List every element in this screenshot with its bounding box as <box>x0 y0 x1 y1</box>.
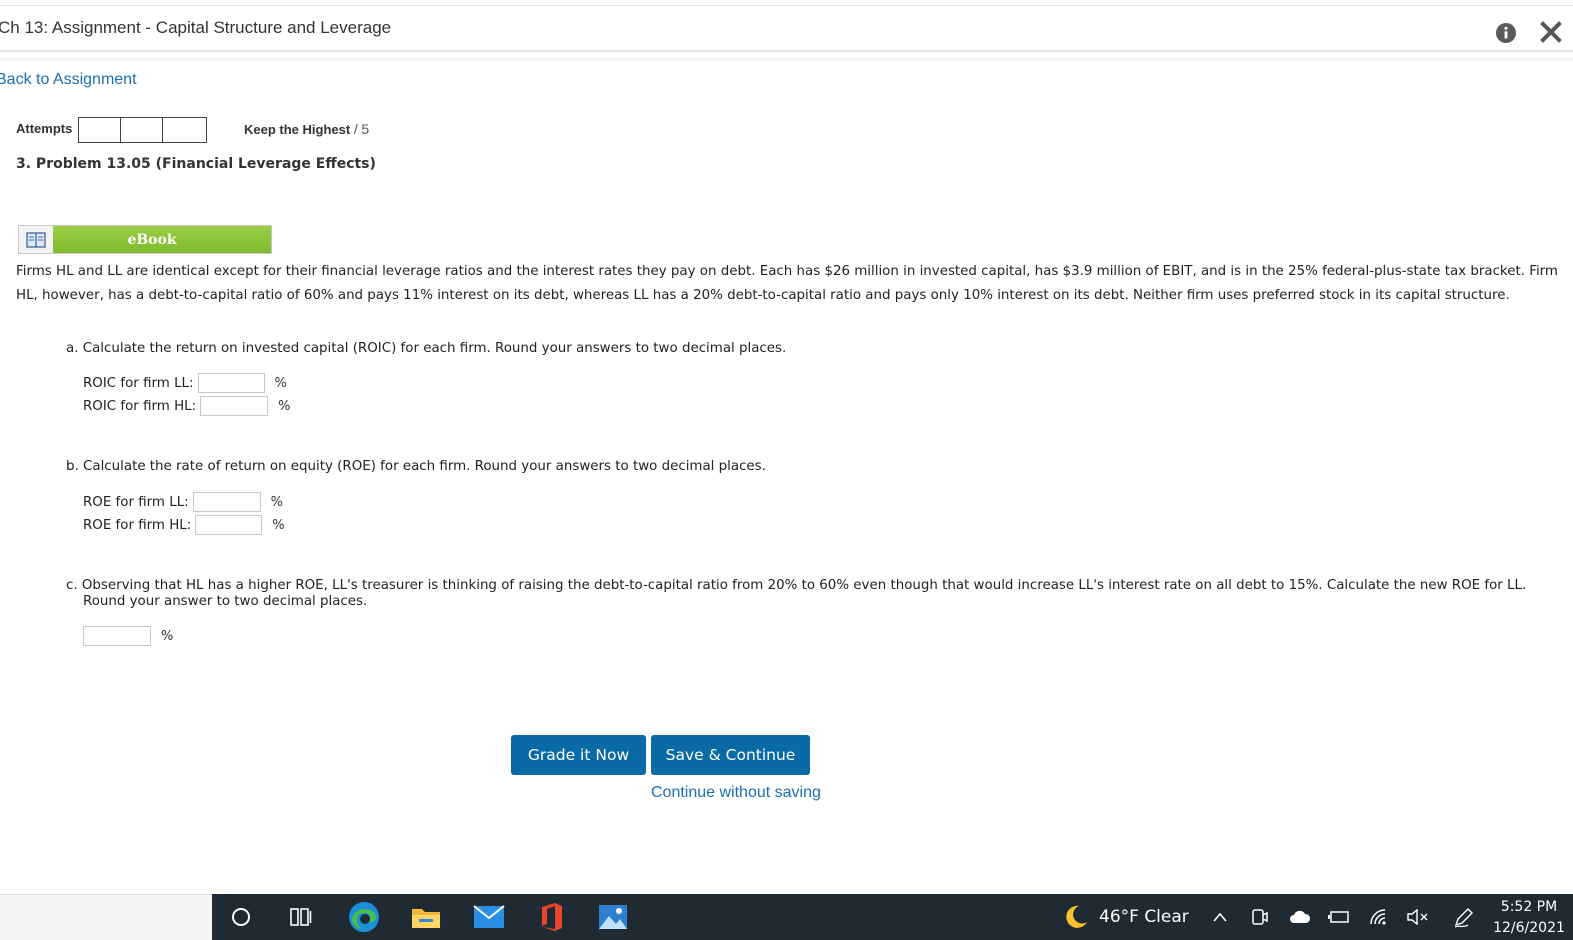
new-roe-input[interactable] <box>83 626 151 646</box>
chevron-up-icon[interactable] <box>1208 894 1232 940</box>
header-divider <box>0 57 1573 61</box>
attempts-max: 5 <box>361 121 370 137</box>
roe-ll-input[interactable] <box>192 492 261 512</box>
taskbar-clock[interactable]: 5:52 PM 12/6/2021 <box>1490 897 1568 939</box>
part-c-question: c. Observing that HL has a higher ROE, L… <box>66 578 1556 610</box>
percent-unit: % <box>161 628 174 644</box>
window-title: Ch 13: Assignment - Capital Structure an… <box>0 18 392 37</box>
new-roe-row: % <box>79 626 173 646</box>
roic-ll-label: ROIC for firm LL: <box>83 375 194 391</box>
roic-hl-label: ROIC for firm HL: <box>83 398 197 414</box>
keep-highest-label: Keep the Highest / 5 <box>244 121 369 137</box>
roe-hl-row: ROE for firm HL: % <box>83 515 285 535</box>
wifi-icon[interactable] <box>1366 894 1392 940</box>
office-icon[interactable] <box>534 894 568 940</box>
roe-hl-label: ROE for firm HL: <box>83 517 192 533</box>
keep-highest-text: Keep the Highest <box>244 122 351 137</box>
attempt-box <box>79 118 121 142</box>
roe-hl-input[interactable] <box>195 515 263 535</box>
attempt-box <box>163 118 206 142</box>
battery-icon[interactable] <box>1326 894 1352 940</box>
book-icon <box>26 231 46 248</box>
attempt-boxes <box>78 117 207 143</box>
window-header: Ch 13: Assignment - Capital Structure an… <box>0 6 1573 52</box>
photos-icon[interactable] <box>596 894 630 940</box>
percent-unit: % <box>274 375 287 391</box>
attempts-separator: / <box>353 121 358 137</box>
weather-text: 46°F Clear <box>1099 907 1189 927</box>
continue-without-saving-link[interactable]: Continue without saving <box>651 784 821 802</box>
info-icon[interactable] <box>1496 23 1516 43</box>
problem-stem: Firms HL and LL are identical except for… <box>16 264 1558 303</box>
assignment-page: Ch 13: Assignment - Capital Structure an… <box>0 0 1573 940</box>
ebook-label: eBook <box>53 226 271 253</box>
percent-unit: % <box>272 517 285 533</box>
meet-now-icon[interactable] <box>1248 894 1272 940</box>
roic-ll-input[interactable] <box>197 373 265 393</box>
close-icon[interactable] <box>1540 21 1562 43</box>
roe-ll-label: ROE for firm LL: <box>83 494 189 510</box>
search-circle-icon[interactable] <box>226 894 256 940</box>
problem-title: 3. Problem 13.05 (Financial Leverage Eff… <box>16 156 376 172</box>
task-view-icon[interactable] <box>286 894 316 940</box>
file-explorer-icon[interactable] <box>409 894 443 940</box>
weather-widget[interactable]: 46°F Clear <box>1063 894 1189 940</box>
part-c-line1: c. Observing that HL has a higher ROE, L… <box>66 578 1527 593</box>
roic-hl-row: ROIC for firm HL: % <box>83 396 290 416</box>
book-icon-wrap <box>19 226 53 253</box>
moon-icon <box>1066 905 1087 928</box>
pen-icon[interactable] <box>1450 894 1478 940</box>
mail-icon[interactable] <box>471 894 507 940</box>
save-and-continue-button[interactable]: Save & Continue <box>651 735 810 775</box>
attempts-label: Attempts <box>16 121 73 136</box>
ebook-button[interactable]: eBook <box>18 225 272 254</box>
back-to-assignment-link[interactable]: Back to Assignment <box>0 71 137 89</box>
clock-time: 5:52 PM <box>1500 899 1558 915</box>
edge-browser-icon[interactable] <box>346 894 382 940</box>
onedrive-icon[interactable] <box>1287 894 1313 940</box>
grade-it-now-button[interactable]: Grade it Now <box>511 735 646 775</box>
desktop-strip <box>0 894 212 940</box>
volume-muted-icon[interactable] <box>1404 894 1432 940</box>
percent-unit: % <box>270 494 284 510</box>
part-c-line2: Round your answer to two decimal places. <box>83 594 368 609</box>
roic-hl-input[interactable] <box>200 396 269 416</box>
attempt-box <box>121 118 163 142</box>
roic-ll-row: ROIC for firm LL: % <box>83 373 287 393</box>
clock-date: 12/6/2021 <box>1493 920 1565 936</box>
percent-unit: % <box>278 398 291 414</box>
part-a-question: a. Calculate the return on invested capi… <box>66 341 787 356</box>
part-b-question: b. Calculate the rate of return on equit… <box>66 459 766 474</box>
roe-ll-row: ROE for firm LL: % <box>83 492 283 512</box>
